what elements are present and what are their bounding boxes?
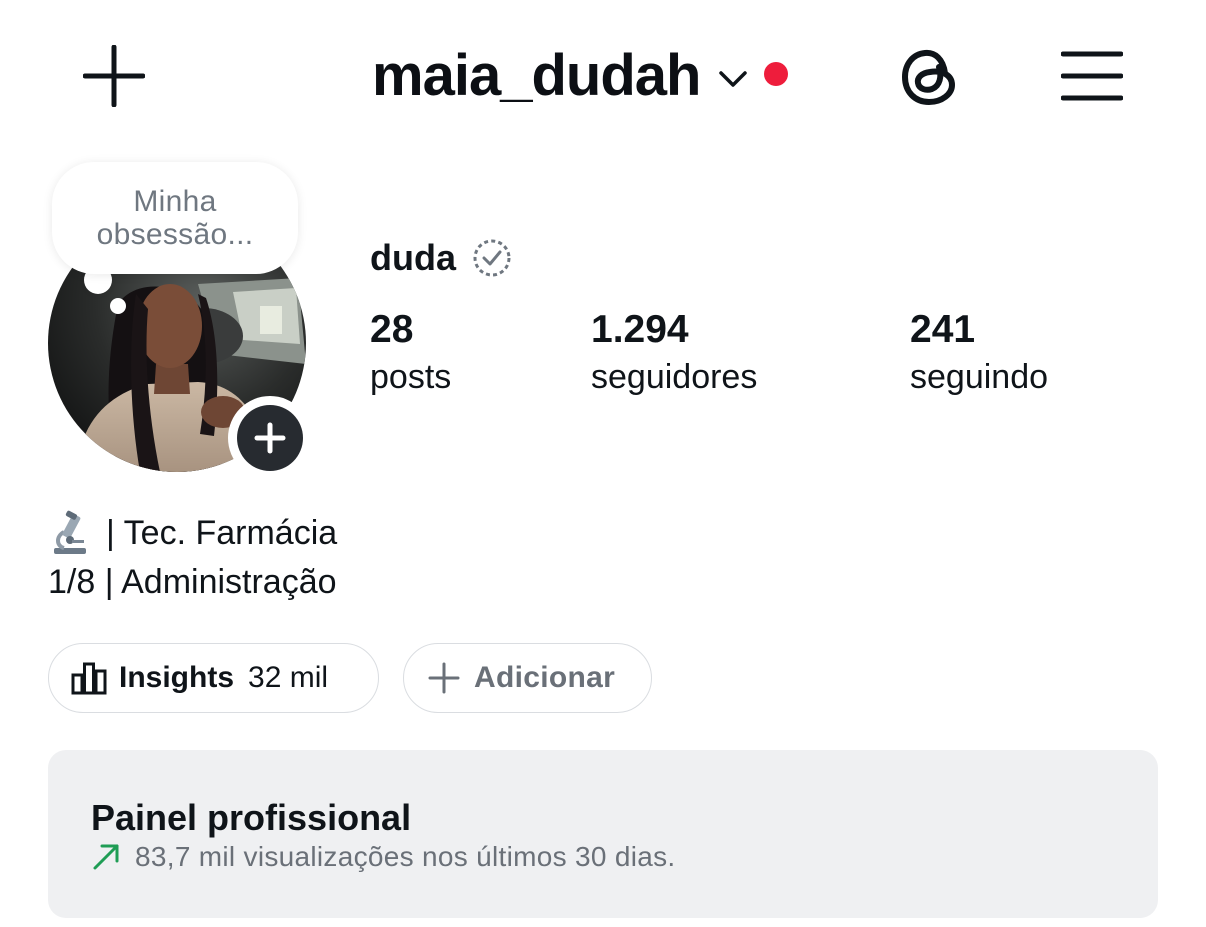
trend-up-arrow-icon xyxy=(93,844,119,870)
add-story-badge xyxy=(237,405,303,471)
stat-label: seguidores xyxy=(591,358,758,396)
bar-chart-icon xyxy=(71,662,107,695)
stat-value: 241 xyxy=(910,308,976,351)
stat-value: 28 xyxy=(370,308,414,351)
stat-label: seguindo xyxy=(910,358,1049,396)
bio-text-line-1: | Tec. Farmácia xyxy=(106,513,338,552)
threads-icon xyxy=(902,49,955,105)
plus-icon xyxy=(83,45,145,107)
display-name-row: duda xyxy=(370,234,512,282)
bio-line-1: | Tec. Farmácia xyxy=(48,508,337,558)
note-text: Minha obsessão... xyxy=(96,185,254,251)
display-name: duda xyxy=(370,237,456,278)
note-bubble-tail-dot xyxy=(110,298,126,314)
plus-icon xyxy=(428,662,460,694)
professional-dashboard-card[interactable]: Painel profissional 83,7 mil visualizaçõ… xyxy=(48,750,1158,918)
bio-line-2: 1/8 | Administração xyxy=(48,558,337,606)
add-button[interactable]: Adicionar xyxy=(403,643,652,713)
username: maia_dudah xyxy=(372,43,701,108)
microscope-icon xyxy=(48,509,92,557)
add-label: Adicionar xyxy=(474,661,616,694)
notification-dot xyxy=(764,62,789,86)
insights-button[interactable]: Insights 32 mil xyxy=(48,643,379,713)
stat-value: 1.294 xyxy=(591,308,689,351)
professional-dashboard-subtitle: 83,7 mil visualizações nos últimos 30 di… xyxy=(135,841,676,872)
professional-dashboard-summary: 83,7 mil visualizações nos últimos 30 di… xyxy=(91,838,675,876)
note-bubble[interactable]: Minha obsessão... xyxy=(52,162,298,274)
stat-followers[interactable]: 1.294 seguidores xyxy=(591,306,757,400)
insights-count: 32 mil xyxy=(248,661,329,694)
account-switcher[interactable]: maia_dudah xyxy=(372,40,789,112)
professional-dashboard-title: Painel profissional xyxy=(91,797,412,838)
create-post-button[interactable] xyxy=(78,40,150,112)
plus-icon xyxy=(254,422,286,454)
stat-label: posts xyxy=(370,358,452,396)
chevron-down-icon xyxy=(719,71,748,87)
bio-text-line-2: 1/8 | Administração xyxy=(48,562,337,601)
insights-label: Insights xyxy=(119,661,235,694)
stat-posts[interactable]: 28 posts xyxy=(370,306,451,400)
add-story-button[interactable] xyxy=(228,396,312,480)
threads-button[interactable] xyxy=(896,42,964,110)
stat-following[interactable]: 241 seguindo xyxy=(910,306,1048,400)
verified-check-icon[interactable] xyxy=(472,238,512,278)
hamburger-menu-icon xyxy=(1061,51,1123,101)
menu-button[interactable] xyxy=(1056,44,1128,108)
